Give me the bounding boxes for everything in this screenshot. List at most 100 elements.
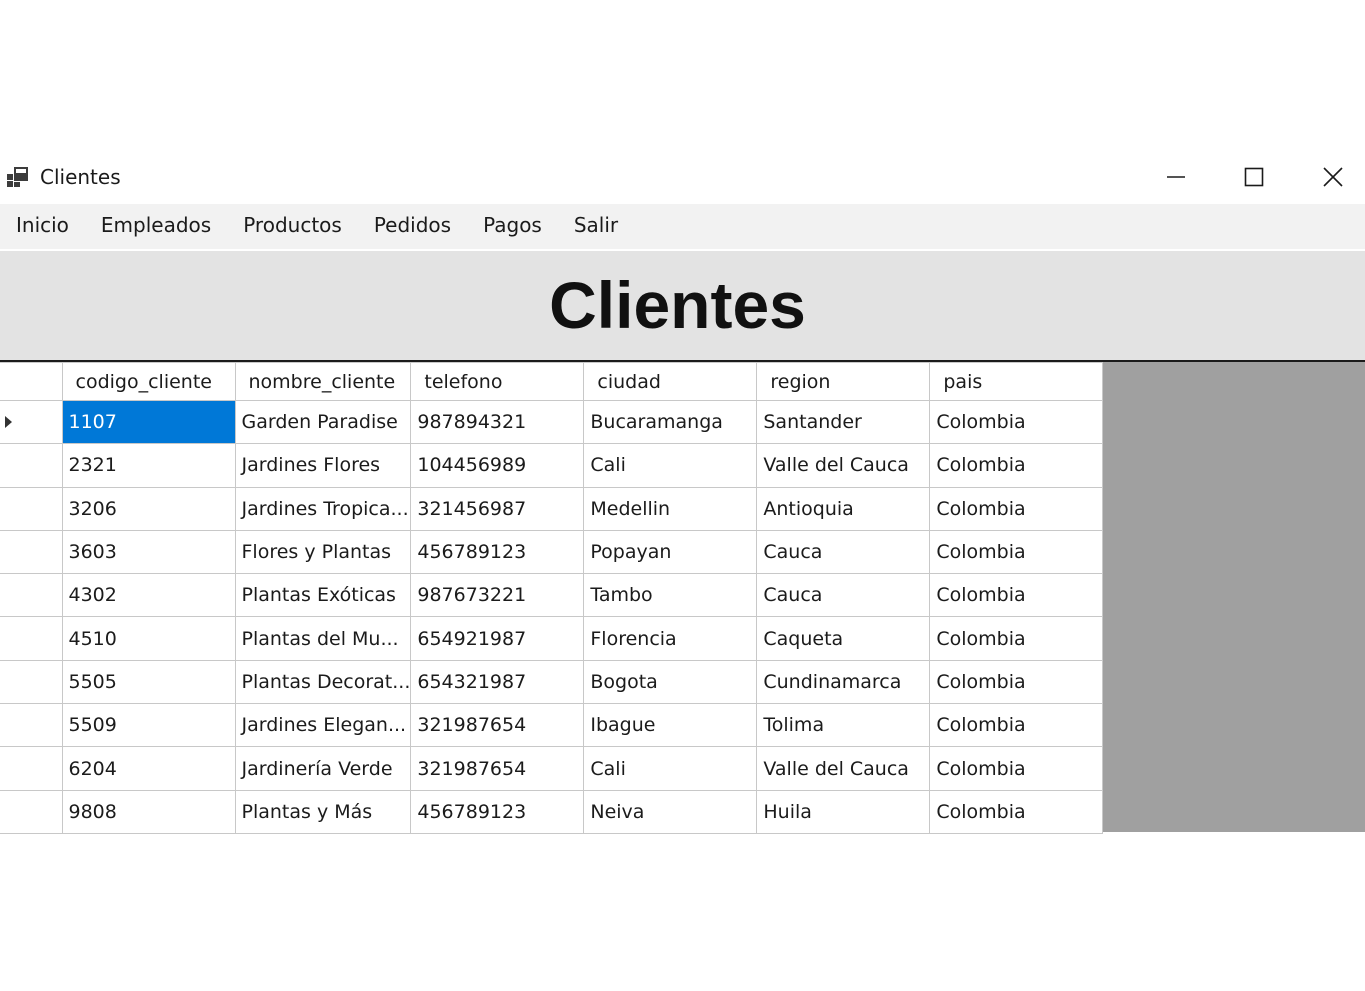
cell-pais[interactable]: Colombia — [929, 789, 1104, 834]
table-row[interactable]: 5509 Jardines Elegan... 321987654 Ibague Tol… — [0, 703, 1104, 748]
cell-nombre-cliente[interactable]: Plantas Exóticas — [234, 573, 412, 618]
cell-codigo-cliente[interactable]: 3206 — [61, 486, 236, 531]
cell-region[interactable]: Cauca — [756, 573, 931, 618]
table-row[interactable]: 5505 Plantas Decorat... 654321987 Bogota Cun… — [0, 659, 1104, 705]
row-header[interactable] — [0, 486, 63, 531]
cell-codigo-cliente[interactable]: 5509 — [61, 703, 236, 748]
row-header[interactable] — [0, 789, 63, 834]
cell-pais[interactable]: Colombia — [929, 486, 1104, 531]
menu-item-pedidos[interactable]: Pedidos — [358, 204, 467, 249]
cell-nombre-cliente[interactable]: Plantas y Más — [234, 789, 412, 834]
column-header-pais[interactable]: pais — [929, 362, 1104, 401]
cell-telefono[interactable]: 654321987 — [410, 659, 585, 705]
menu-item-empleados[interactable]: Empleados — [85, 204, 227, 249]
row-header[interactable] — [0, 703, 63, 748]
cell-telefono[interactable]: 456789123 — [410, 529, 585, 575]
table-row[interactable]: 2321 Jardines Flores 104456989 Cali Valle de… — [0, 443, 1104, 488]
cell-telefono[interactable]: 321456987 — [410, 486, 585, 531]
column-header-ciudad[interactable]: ciudad — [583, 362, 758, 401]
clientes-window: Clientes Inicio Empleados Productos Pedi… — [0, 155, 1365, 834]
cell-ciudad[interactable]: Cali — [583, 443, 758, 488]
row-header-corner[interactable] — [0, 362, 63, 401]
row-header[interactable] — [0, 573, 63, 618]
cell-region[interactable]: Antioquia — [756, 486, 931, 531]
cell-pais[interactable]: Colombia — [929, 529, 1104, 575]
cell-region[interactable]: Valle del Cauca — [756, 443, 931, 488]
close-button[interactable] — [1298, 155, 1365, 199]
cell-region[interactable]: Cauca — [756, 529, 931, 575]
cell-telefono[interactable]: 987894321 — [410, 399, 585, 445]
cell-pais[interactable]: Colombia — [929, 746, 1104, 791]
cell-nombre-cliente[interactable]: Jardinería Verde — [234, 746, 412, 791]
cell-ciudad[interactable]: Tambo — [583, 573, 758, 618]
menu-item-inicio[interactable]: Inicio — [0, 204, 85, 249]
cell-codigo-cliente[interactable]: 4510 — [61, 616, 236, 661]
cell-region[interactable]: Tolima — [756, 703, 931, 748]
cell-codigo-cliente[interactable]: 2321 — [61, 443, 236, 488]
menu-bar: Inicio Empleados Productos Pedidos Pagos… — [0, 204, 1365, 249]
cell-nombre-cliente[interactable]: Jardines Tropica... — [234, 486, 412, 531]
cell-telefono[interactable]: 654921987 — [410, 616, 585, 661]
cell-pais[interactable]: Colombia — [929, 616, 1104, 661]
cell-nombre-cliente[interactable]: Jardines Elegan... — [234, 703, 412, 748]
menu-item-salir[interactable]: Salir — [558, 204, 634, 249]
row-header[interactable] — [0, 443, 63, 488]
minimize-button[interactable] — [1141, 155, 1211, 199]
row-header[interactable] — [0, 616, 63, 661]
cell-nombre-cliente[interactable]: Jardines Flores — [234, 443, 412, 488]
cell-telefono[interactable]: 104456989 — [410, 443, 585, 488]
cell-codigo-cliente[interactable]: 1107 — [61, 399, 236, 445]
cell-pais[interactable]: Colombia — [929, 399, 1104, 445]
cell-codigo-cliente[interactable]: 4302 — [61, 573, 236, 618]
cell-nombre-cliente[interactable]: Plantas Decorat... — [234, 659, 412, 705]
maximize-button[interactable] — [1219, 155, 1289, 199]
cell-pais[interactable]: Colombia — [929, 703, 1104, 748]
cell-telefono[interactable]: 321987654 — [410, 746, 585, 791]
cell-ciudad[interactable]: Bogota — [583, 659, 758, 705]
cell-ciudad[interactable]: Neiva — [583, 789, 758, 834]
cell-ciudad[interactable]: Medellin — [583, 486, 758, 531]
cell-ciudad[interactable]: Florencia — [583, 616, 758, 661]
cell-region[interactable]: Huila — [756, 789, 931, 834]
column-header-codigo-cliente[interactable]: codigo_cliente — [61, 362, 236, 401]
cell-nombre-cliente[interactable]: Flores y Plantas — [234, 529, 412, 575]
cell-telefono[interactable]: 321987654 — [410, 703, 585, 748]
cell-pais[interactable]: Colombia — [929, 443, 1104, 488]
cell-pais[interactable]: Colombia — [929, 659, 1104, 705]
menu-item-productos[interactable]: Productos — [227, 204, 358, 249]
cell-telefono[interactable]: 987673221 — [410, 573, 585, 618]
cell-region[interactable]: Caqueta — [756, 616, 931, 661]
cell-ciudad[interactable]: Cali — [583, 746, 758, 791]
cell-pais[interactable]: Colombia — [929, 573, 1104, 618]
cell-nombre-cliente[interactable]: Plantas del Mu... — [234, 616, 412, 661]
table-row[interactable]: 1107 Garden Paradise 987894321 Bucaramanga S… — [0, 399, 1104, 445]
menu-item-pagos[interactable]: Pagos — [467, 204, 558, 249]
cell-region[interactable]: Cundinamarca — [756, 659, 931, 705]
cell-codigo-cliente[interactable]: 3603 — [61, 529, 236, 575]
row-header[interactable] — [0, 399, 63, 445]
table-row[interactable]: 4302 Plantas Exóticas 987673221 Tambo Cauca C… — [0, 573, 1104, 618]
cell-nombre-cliente[interactable]: Garden Paradise — [234, 399, 412, 445]
cell-ciudad[interactable]: Popayan — [583, 529, 758, 575]
cell-ciudad[interactable]: Ibague — [583, 703, 758, 748]
row-header[interactable] — [0, 746, 63, 791]
clientes-data-grid[interactable]: codigo_cliente nombre_cliente telefono c… — [0, 362, 1365, 834]
title-bar[interactable]: Clientes — [0, 155, 1365, 202]
cell-telefono[interactable]: 456789123 — [410, 789, 585, 834]
table-row[interactable]: 4510 Plantas del Mu... 654921987 Florencia C… — [0, 616, 1104, 661]
column-header-telefono[interactable]: telefono — [410, 362, 585, 401]
cell-codigo-cliente[interactable]: 5505 — [61, 659, 236, 705]
cell-codigo-cliente[interactable]: 6204 — [61, 746, 236, 791]
row-header[interactable] — [0, 659, 63, 705]
table-row[interactable]: 9808 Plantas y Más 456789123 Neiva Huila Colo… — [0, 789, 1104, 834]
cell-ciudad[interactable]: Bucaramanga — [583, 399, 758, 445]
cell-region[interactable]: Santander — [756, 399, 931, 445]
column-header-nombre-cliente[interactable]: nombre_cliente — [234, 362, 412, 401]
column-header-region[interactable]: region — [756, 362, 931, 401]
cell-region[interactable]: Valle del Cauca — [756, 746, 931, 791]
table-row[interactable]: 3206 Jardines Tropica... 321456987 Medellin… — [0, 486, 1104, 531]
cell-codigo-cliente[interactable]: 9808 — [61, 789, 236, 834]
table-row[interactable]: 6204 Jardinería Verde 321987654 Cali Valle d… — [0, 746, 1104, 791]
table-row[interactable]: 3603 Flores y Plantas 456789123 Popayan Cauc… — [0, 529, 1104, 575]
row-header[interactable] — [0, 529, 63, 575]
